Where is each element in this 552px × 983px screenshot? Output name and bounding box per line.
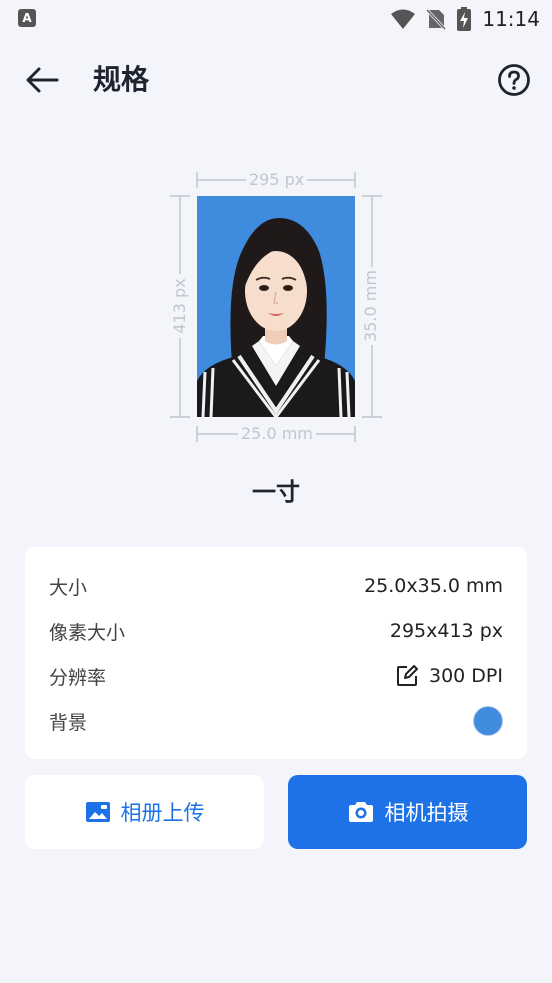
help-button[interactable] [494,60,534,100]
background-color-swatch[interactable] [473,706,503,736]
question-circle-icon [498,64,530,96]
detail-label: 分辨率 [49,666,107,689]
id-photo [197,196,355,417]
battery-charging-icon [457,7,472,31]
sim-off-icon [426,8,447,30]
status-time: 11:14 [482,7,540,31]
camera-icon [348,802,373,822]
detail-row-pixel-size: 像素大小 295x413 px [49,616,503,646]
width-mm-label: 25.0 mm [238,426,316,442]
detail-row-background: 背景 [49,706,503,736]
back-button[interactable] [22,60,62,100]
app-notification-icon: A [18,9,36,27]
status-icons: 11:14 [390,5,540,33]
detail-label: 大小 [49,576,88,599]
detail-row-size: 大小 25.0x35.0 mm [49,571,503,601]
resolution-edit-button[interactable]: 300 DPI [395,664,503,688]
photo-preview: 295 px 25.0 mm 413 px 35.0 mm [168,165,384,447]
camera-capture-label: 相机拍摄 [384,801,469,825]
wifi-icon [391,9,416,29]
height-px-label: 413 px [170,274,189,338]
image-icon [85,802,110,822]
detail-value: 295x413 px [389,620,503,642]
page-title: 规格 [93,63,150,96]
album-upload-label: 相册上传 [120,801,205,825]
spec-details-card: 大小 25.0x35.0 mm 像素大小 295x413 px 分辨率 300 … [25,547,527,759]
height-mm-label: 35.0 mm [361,267,380,345]
camera-capture-button[interactable]: 相机拍摄 [288,775,527,849]
edit-icon [397,665,418,686]
detail-row-resolution: 分辨率 300 DPI [49,661,503,691]
spec-name: 一寸 [252,478,300,506]
arrow-left-icon [26,67,59,93]
album-upload-button[interactable]: 相册上传 [25,775,264,849]
resolution-value: 300 DPI [429,665,503,687]
width-px-label: 295 px [246,172,308,188]
detail-label: 背景 [49,711,88,734]
top-bar: 规格 [0,44,552,116]
status-bar: A 11:14 [0,0,552,38]
portrait-image [197,218,355,417]
detail-value: 25.0x35.0 mm [364,575,503,597]
detail-label: 像素大小 [49,621,126,644]
